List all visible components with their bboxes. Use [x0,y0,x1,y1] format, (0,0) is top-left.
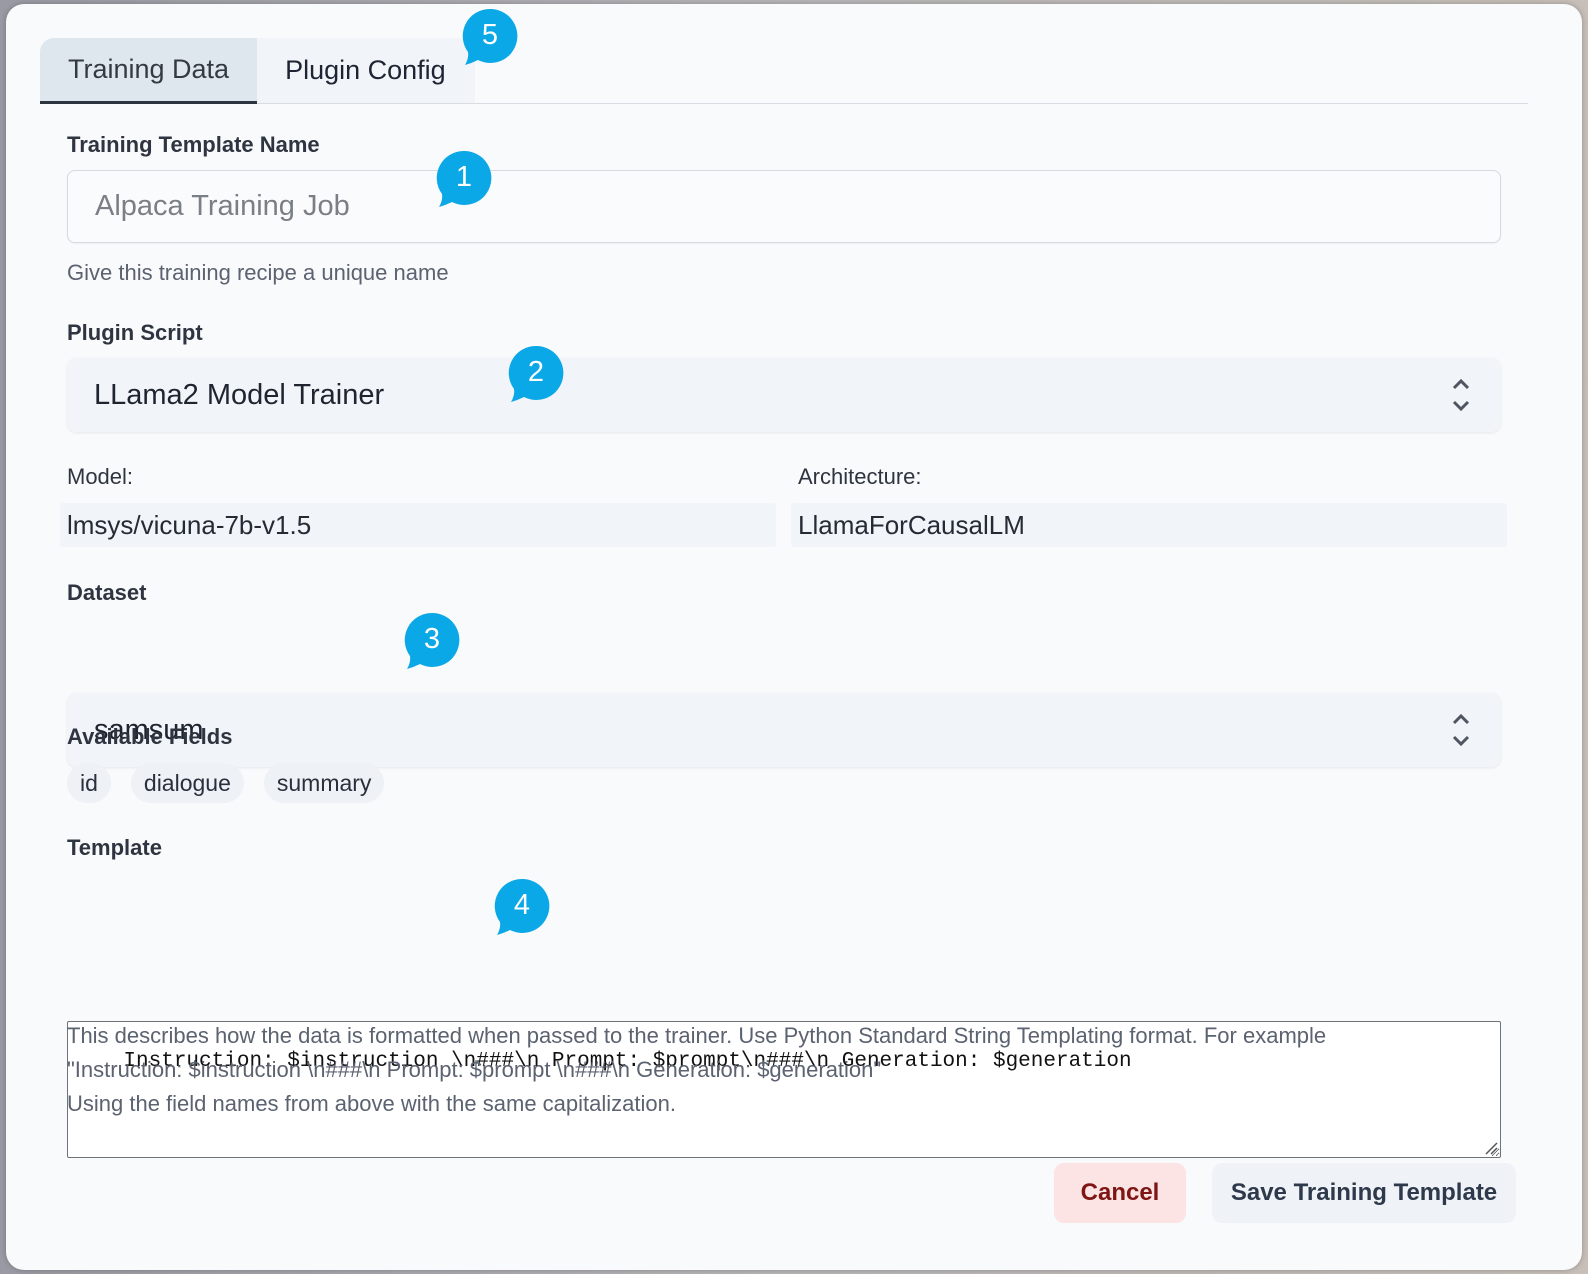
model-value: lmsys/vicuna-7b-v1.5 [60,503,776,547]
cancel-button[interactable]: Cancel [1054,1163,1186,1223]
save-training-template-button[interactable]: Save Training Template [1212,1163,1516,1223]
template-label: Template [67,835,162,860]
annotation-marker-1: 1 [436,150,492,207]
plugin-script-select[interactable]: LLama2 Model Trainer [67,358,1501,432]
template-description-line: This describes how the data is formatted… [67,1023,1327,1048]
template-description-example: "Instruction: $instruction \n###\n Promp… [67,1057,882,1082]
template-name-input[interactable]: Alpaca Training Job [67,170,1501,243]
template-name-placeholder: Alpaca Training Job [95,190,350,222]
annotation-marker-5: 5 [462,8,518,65]
plugin-script-value: LLama2 Model Trainer [94,378,385,411]
annotation-marker-2: 2 [508,345,564,402]
template-description-line: Using the field names from above with th… [67,1091,676,1116]
template-description: This describes how the data is formatted… [67,1019,1527,1121]
model-label: Model: [67,464,134,489]
field-chip-summary[interactable]: summary [263,763,385,803]
marker-number: 5 [481,18,499,51]
annotation-marker-3: 3 [404,612,460,669]
dataset-select[interactable]: samsum [67,693,1501,767]
available-fields-label: Available Fields [67,724,233,749]
resize-handle-icon[interactable] [1484,1141,1498,1155]
chevron-up-down-icon [1452,713,1470,747]
architecture-value: LlamaForCausalLM [791,503,1507,547]
marker-number: 1 [455,160,473,193]
annotation-marker-4: 4 [494,878,550,935]
marker-number: 2 [527,355,545,388]
tab-plugin-config[interactable]: Plugin Config [257,38,476,103]
tab-label: Plugin Config [285,55,446,85]
tab-bar: Training Data Plugin Config [40,38,1528,104]
architecture-label: Architecture: [798,464,922,489]
field-chip-dialogue[interactable]: dialogue [130,763,244,803]
field-chip-id[interactable]: id [67,763,111,803]
template-name-hint: Give this training recipe a unique name [67,260,449,285]
template-name-label: Training Template Name [67,132,320,157]
training-template-dialog: Training Data Plugin Config Training Tem… [6,4,1582,1270]
tab-training-data[interactable]: Training Data [40,38,258,104]
chevron-up-down-icon [1452,378,1470,412]
marker-number: 3 [423,622,441,655]
tab-label: Training Data [68,54,230,84]
plugin-script-label: Plugin Script [67,320,203,345]
dataset-label: Dataset [67,580,147,605]
available-fields-list: id dialogue summary [67,763,404,803]
marker-number: 4 [513,888,531,921]
